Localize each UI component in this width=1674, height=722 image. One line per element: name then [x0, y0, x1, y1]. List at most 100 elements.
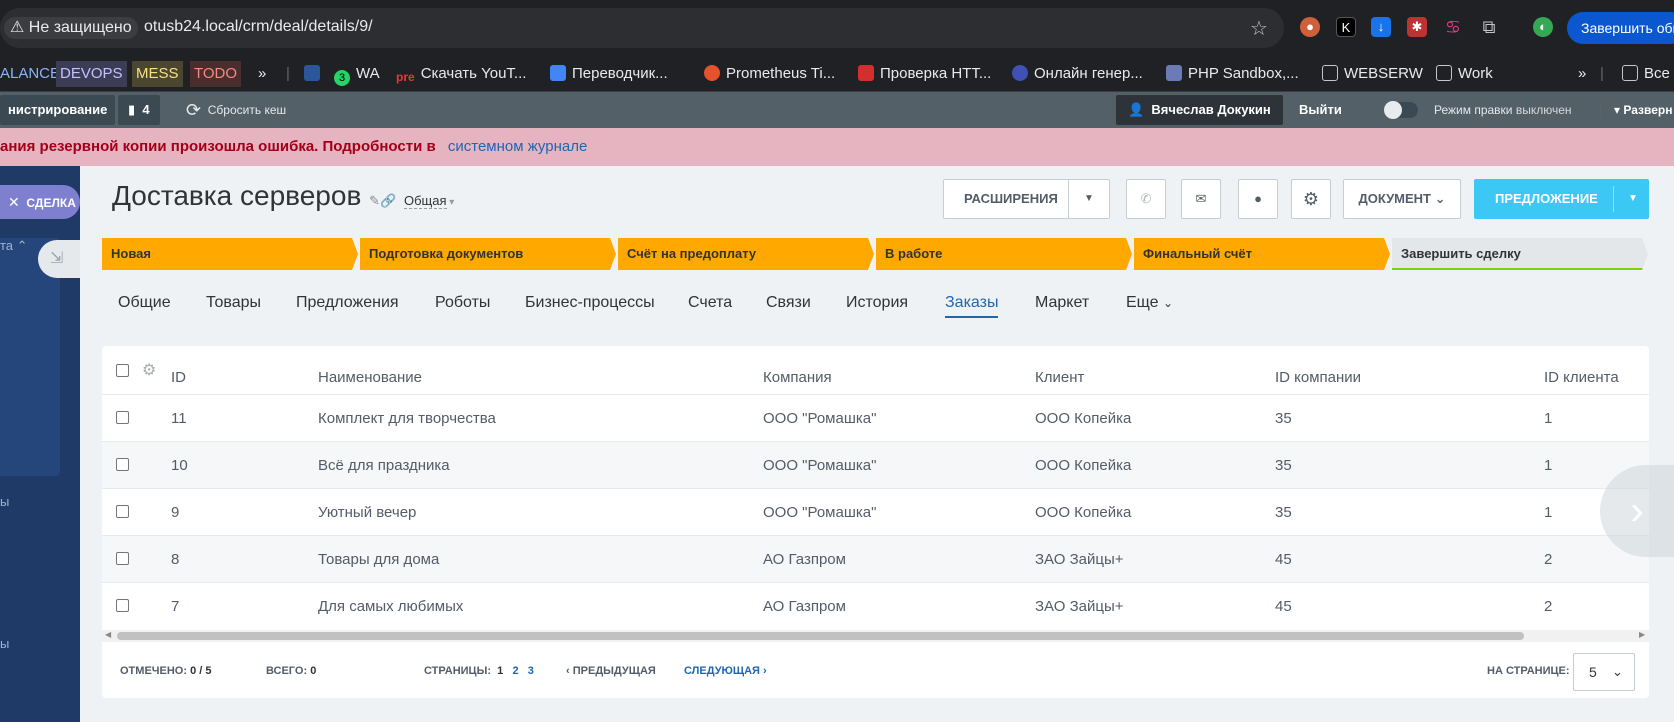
cell-client-id: 2 [1544, 598, 1553, 615]
stage-final-invoice[interactable]: Финальный счёт [1134, 238, 1390, 270]
column-header-client-id[interactable]: ID клиента [1544, 369, 1619, 386]
offer-button[interactable]: ПРЕДЛОЖЕНИЕ ▼ [1474, 179, 1649, 219]
page-1[interactable]: 1 [497, 665, 503, 677]
logout-button[interactable]: Выйти [1299, 92, 1342, 128]
finish-update-button[interactable]: Завершить обн [1567, 12, 1674, 44]
nav-item[interactable]: ы [0, 636, 9, 651]
tab-robots[interactable]: Роботы [435, 294, 490, 312]
whatsapp-icon: 3 [334, 70, 350, 86]
url-text[interactable]: otusb24.local/crm/deal/details/9/ [144, 18, 373, 36]
select-all-checkbox[interactable] [116, 364, 129, 377]
stage-new[interactable]: Новая [102, 238, 358, 270]
tab-offers[interactable]: Предложения [296, 294, 399, 312]
bug-extension-icon[interactable]: ✱ [1407, 17, 1427, 37]
star-icon[interactable]: ☆ [1250, 16, 1268, 41]
deal-slider-tab[interactable]: ✕ СДЕЛКА [0, 185, 80, 219]
minimize-icon[interactable]: ⇲ [38, 240, 80, 278]
category-selector[interactable]: Общая [403, 193, 447, 209]
bookmark-youtube-download[interactable]: pre Скачать YouT... [396, 56, 526, 92]
chat-icon[interactable]: ● [1238, 179, 1278, 219]
edit-mode-toggle[interactable] [1384, 101, 1418, 119]
tab-history[interactable]: История [846, 294, 908, 312]
column-header-company-id[interactable]: ID компании [1275, 369, 1361, 386]
bookmark-folder-all[interactable]: Все [1622, 56, 1670, 92]
stage-in-work[interactable]: В работе [876, 238, 1132, 270]
cell-company-id: 45 [1275, 551, 1292, 568]
word-bookmark[interactable] [304, 56, 326, 92]
tab-orders[interactable]: Заказы [945, 294, 999, 318]
k-extension-icon[interactable]: K [1336, 17, 1356, 37]
bookmark-mess[interactable]: MESS [132, 61, 183, 87]
per-page-select[interactable]: 5 ⌄ [1573, 653, 1635, 691]
next-page-button[interactable]: СЛЕДУЮЩАЯ › [684, 665, 767, 677]
cell-client-id: 1 [1544, 410, 1553, 427]
stage-docs[interactable]: Подготовка документов [360, 238, 616, 270]
tab-business-processes[interactable]: Бизнес-процессы [525, 294, 655, 312]
link-icon[interactable]: 🔗 [380, 193, 396, 208]
tab-links[interactable]: Связи [766, 294, 811, 312]
row-checkbox[interactable] [116, 458, 129, 471]
nav-item[interactable]: та ⌃ [0, 238, 28, 254]
cookie-extension-icon[interactable]: ● [1300, 17, 1320, 37]
bookmark-wa[interactable]: 3 WA [334, 56, 380, 92]
extensions-button[interactable]: РАСШИРЕНИЯ ▼ [943, 179, 1110, 219]
row-checkbox[interactable] [116, 505, 129, 518]
stage-prepayment[interactable]: Счёт на предоплату [618, 238, 874, 270]
cell-company-id: 35 [1275, 457, 1292, 474]
row-checkbox[interactable] [116, 411, 129, 424]
row-checkbox[interactable] [116, 552, 129, 565]
administration-button[interactable]: нистрирование [0, 95, 116, 125]
scroll-right-icon[interactable]: ▶ [1639, 630, 1645, 639]
security-indicator[interactable]: ⚠ Не защищено [4, 17, 138, 39]
stage-finish[interactable]: Завершить сделку [1392, 238, 1648, 270]
tab-market[interactable]: Маркет [1035, 294, 1089, 312]
column-header-client[interactable]: Клиент [1035, 369, 1084, 386]
tab-invoices[interactable]: Счета [688, 294, 732, 312]
system-log-link[interactable]: системном журнале [448, 138, 587, 155]
bookmark-php-sandbox[interactable]: PHP Sandbox,... [1166, 56, 1299, 92]
bookmark-prometheus[interactable]: Prometheus Ti... [704, 56, 835, 92]
page-2[interactable]: 2 [512, 665, 518, 677]
bookmark-todo[interactable]: TODO [190, 61, 242, 87]
incognito-extension-icon[interactable]: ♋ [1443, 17, 1463, 37]
nav-item[interactable]: ы [0, 494, 9, 509]
pencil-icon[interactable]: ✎ [369, 193, 380, 208]
bookmark-http-check[interactable]: Проверка HTT... [858, 56, 991, 92]
bookmark-folder-webserw[interactable]: WEBSERW [1322, 56, 1423, 92]
phone-icon[interactable]: ✆ [1126, 179, 1166, 219]
bookmark-alance[interactable]: ALANCE [0, 56, 60, 92]
expand-panel-button[interactable]: ▾ Разверн [1614, 92, 1672, 128]
settings-gear-icon[interactable]: ⚙ [1291, 179, 1331, 219]
close-icon[interactable]: ✕ [8, 194, 20, 210]
bookmark-folder-work[interactable]: Work [1436, 56, 1493, 92]
bookmark-overflow-right[interactable]: » [1578, 56, 1586, 92]
page-3[interactable]: 3 [528, 665, 534, 677]
grid-settings-gear-icon[interactable]: ⚙ [142, 360, 156, 380]
email-icon[interactable]: ✉ [1181, 179, 1221, 219]
extensions-puzzle-icon[interactable]: ⧉ [1479, 17, 1499, 37]
reset-cache-button[interactable]: ⟳ Сбросить кеш [186, 92, 286, 128]
row-checkbox[interactable] [116, 599, 129, 612]
prev-page-button[interactable]: ‹ ПРЕДЫДУЩАЯ [566, 665, 656, 677]
bookmark-label: Work [1458, 65, 1493, 82]
bookmark-online-generator[interactable]: Онлайн генер... [1012, 56, 1143, 92]
bookmark-devops[interactable]: DEVOPS [56, 61, 127, 87]
column-header-name[interactable]: Наименование [318, 369, 422, 386]
document-button[interactable]: ДОКУМЕНТ ⌄ [1343, 179, 1461, 219]
download-extension-icon[interactable]: ↓ [1371, 17, 1391, 37]
tab-products[interactable]: Товары [206, 294, 261, 312]
user-button[interactable]: 👤 Вячеслав Докукин [1116, 95, 1283, 125]
column-header-company[interactable]: Компания [763, 369, 832, 386]
tab-general[interactable]: Общие [118, 294, 171, 312]
notifications-counter[interactable]: ▮ 4 [118, 95, 160, 125]
bookmark-translator[interactable]: Переводчик... [550, 56, 668, 92]
horizontal-scrollbar[interactable]: ◀ ▶ [102, 630, 1649, 642]
tab-more[interactable]: Еще ⌄ [1126, 294, 1173, 312]
deal-tab-label: СДЕЛКА [26, 196, 76, 210]
scroll-left-icon[interactable]: ◀ [105, 630, 111, 639]
bookmark-overflow-left[interactable]: » [258, 56, 266, 92]
column-header-id[interactable]: ID [171, 369, 186, 386]
cell-client-id: 1 [1544, 504, 1553, 521]
profile-avatar-icon[interactable]: ◐ [1533, 17, 1553, 37]
scrollbar-thumb[interactable] [117, 632, 1524, 640]
